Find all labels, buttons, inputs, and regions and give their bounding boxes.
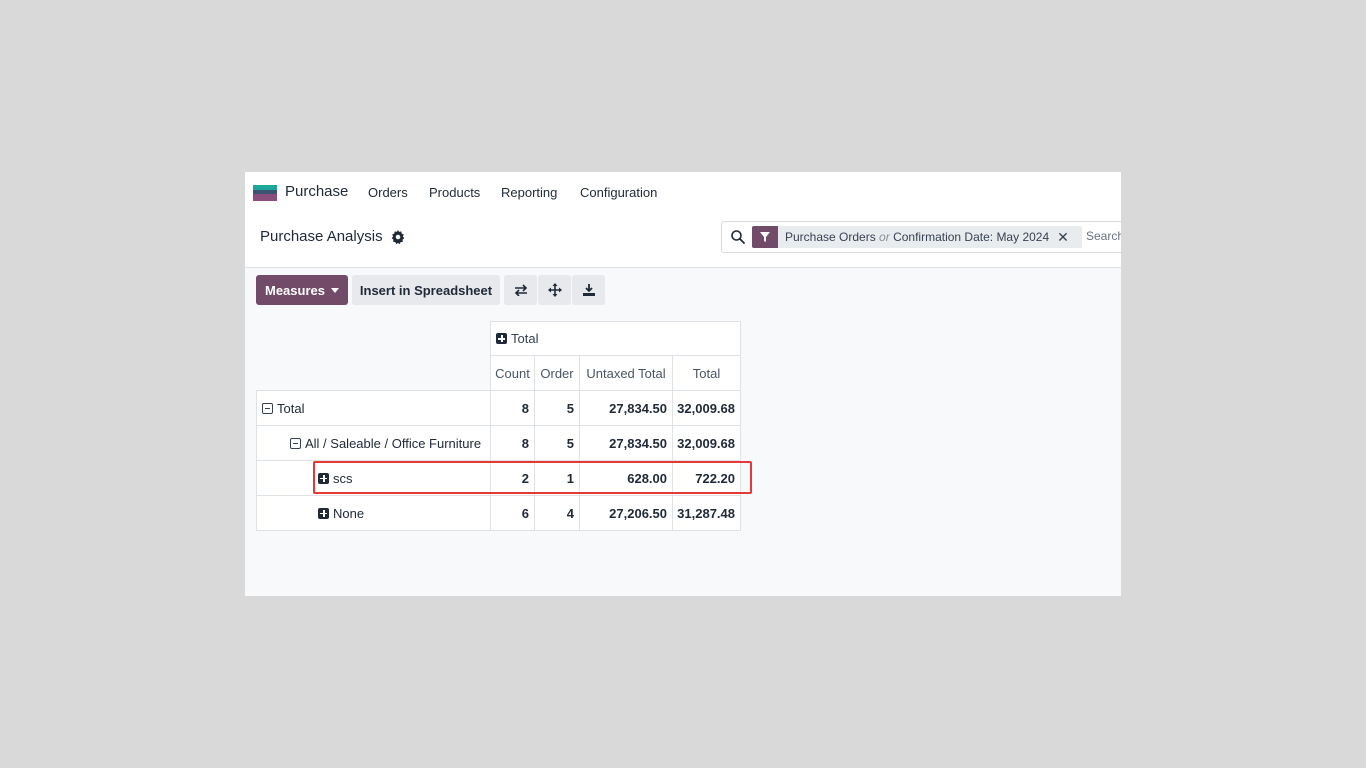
collapse-minus-icon	[262, 402, 273, 414]
menu-products[interactable]: Products	[429, 185, 480, 200]
cell-count[interactable]: 2	[490, 460, 535, 496]
cell-total[interactable]: 722.20	[672, 460, 741, 496]
filter-facet[interactable]: Purchase Orders or Confirmation Date: Ma…	[752, 226, 1082, 248]
menu-configuration[interactable]: Configuration	[580, 185, 657, 200]
cell-order[interactable]: 5	[534, 390, 580, 426]
cell-total[interactable]: 32,009.68	[672, 390, 741, 426]
app-window: Purchase Orders Products Reporting Confi…	[245, 172, 1121, 596]
row-header-category[interactable]: All / Saleable / Office Furniture	[256, 425, 491, 461]
measures-button[interactable]: Measures	[256, 275, 348, 305]
measure-header-total[interactable]: Total	[672, 355, 741, 391]
collapse-minus-icon	[290, 437, 301, 449]
facet-label: Purchase Orders or Confirmation Date: Ma…	[785, 230, 1050, 244]
cell-order[interactable]: 1	[534, 460, 580, 496]
cell-count[interactable]: 8	[490, 425, 535, 461]
expand-all-icon	[547, 283, 562, 297]
cell-total[interactable]: 32,009.68	[672, 425, 741, 461]
cell-total[interactable]: 31,287.48	[672, 495, 741, 531]
column-group-header[interactable]: Total	[490, 321, 741, 356]
cell-count[interactable]: 8	[490, 390, 535, 426]
expand-plus-icon	[496, 333, 507, 344]
flip-axis-button[interactable]	[504, 275, 537, 305]
measure-header-order[interactable]: Order	[534, 355, 580, 391]
measure-header-untaxed-total[interactable]: Untaxed Total	[579, 355, 673, 391]
menu-orders[interactable]: Orders	[368, 185, 408, 200]
search-input[interactable]: Search...	[1086, 229, 1121, 243]
filter-icon	[752, 226, 778, 248]
download-icon	[582, 284, 595, 296]
cell-untaxed-total[interactable]: 27,834.50	[579, 390, 673, 426]
measure-header-count[interactable]: Count	[490, 355, 535, 391]
search-icon[interactable]	[730, 229, 746, 245]
cell-untaxed-total[interactable]: 628.00	[579, 460, 673, 496]
download-button[interactable]	[572, 275, 605, 305]
page-title: Purchase Analysis	[260, 228, 383, 245]
cell-order[interactable]: 4	[534, 495, 580, 531]
app-name[interactable]: Purchase	[285, 183, 348, 200]
cell-untaxed-total[interactable]: 27,206.50	[579, 495, 673, 531]
expand-plus-icon	[318, 472, 329, 484]
row-header-none[interactable]: None	[256, 495, 491, 531]
gear-icon[interactable]	[391, 230, 405, 244]
flip-axis-icon	[514, 284, 527, 296]
insert-spreadsheet-button[interactable]: Insert in Spreadsheet	[352, 275, 500, 305]
row-header-scs[interactable]: scs	[256, 460, 491, 496]
row-header-total[interactable]: Total	[256, 390, 491, 426]
expand-all-button[interactable]	[538, 275, 571, 305]
purchase-app-icon[interactable]	[253, 185, 277, 201]
control-panel: Purchase Analysis Purchase Orders or Con…	[245, 212, 1121, 268]
top-navbar: Purchase Orders Products Reporting Confi…	[245, 172, 1121, 212]
search-bar[interactable]: Purchase Orders or Confirmation Date: Ma…	[721, 221, 1121, 253]
cell-count[interactable]: 6	[490, 495, 535, 531]
facet-remove-icon[interactable]: ✕	[1057, 229, 1069, 246]
cell-untaxed-total[interactable]: 27,834.50	[579, 425, 673, 461]
expand-plus-icon	[318, 507, 329, 519]
caret-down-icon	[330, 287, 339, 293]
cell-order[interactable]: 5	[534, 425, 580, 461]
menu-reporting[interactable]: Reporting	[501, 185, 557, 200]
